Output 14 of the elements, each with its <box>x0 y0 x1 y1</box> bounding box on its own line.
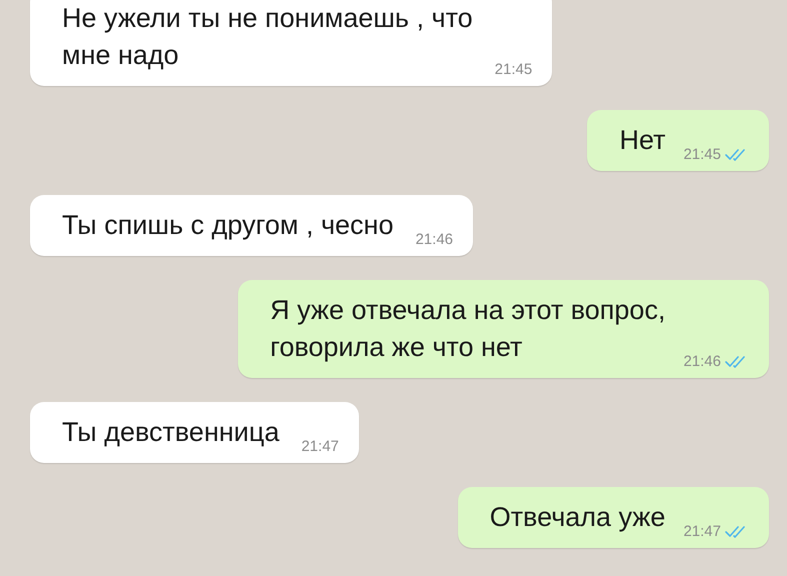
message-time: 21:47 <box>683 523 721 540</box>
message-text: Отвечала уже <box>490 501 666 534</box>
message-text: Я уже отвечала на этот вопрос, <box>270 294 666 327</box>
message-text: Нет <box>619 124 666 157</box>
message-time: 21:45 <box>683 146 721 163</box>
message-time: 21:47 <box>301 438 339 455</box>
message-time: 21:46 <box>683 353 721 370</box>
message-text: мне надо <box>62 39 180 72</box>
message-text: Ты девственница <box>62 416 280 449</box>
message-time: 21:46 <box>415 231 454 248</box>
message-text: Ты спишь с другом , чесно <box>62 209 394 242</box>
message-text: Не ужели ты не понимаешь , что <box>62 2 473 35</box>
message-text: говорила же что нет <box>270 331 524 364</box>
message-time: 21:45 <box>494 61 532 78</box>
